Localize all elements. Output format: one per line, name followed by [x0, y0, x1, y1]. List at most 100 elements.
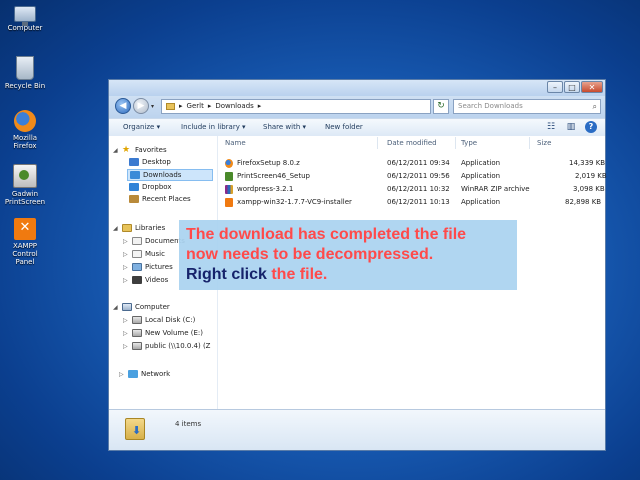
file-size: 3,098 KB: [573, 185, 605, 193]
nav-libraries[interactable]: ◢ Libraries: [113, 224, 165, 232]
nav-label: Network: [141, 370, 171, 378]
expand-arrow-icon[interactable]: ▷: [123, 330, 129, 337]
close-button[interactable]: ✕: [581, 81, 603, 93]
nav-item-recent-places[interactable]: Recent Places: [129, 195, 191, 203]
expand-arrow-icon[interactable]: ▷: [123, 251, 129, 258]
videos-icon: [132, 276, 142, 284]
star-icon: ★: [122, 145, 131, 155]
title-bar[interactable]: – □ ✕: [109, 80, 605, 96]
breadcrumb-folder[interactable]: Downloads: [215, 100, 253, 113]
collapse-arrow-icon[interactable]: ◢: [113, 225, 119, 232]
maximize-button[interactable]: □: [564, 81, 580, 93]
nav-item-pictures[interactable]: ▷ Pictures: [123, 263, 173, 271]
file-size: 14,339 KB: [569, 159, 606, 167]
documents-icon: [132, 237, 142, 245]
share-with-button[interactable]: Share with ▾: [263, 123, 306, 131]
callout-line: now needs to be decompressed.: [186, 246, 434, 263]
organize-button[interactable]: Organize ▾: [123, 123, 160, 131]
printscreen-installer-icon: [225, 172, 233, 181]
include-in-library-button[interactable]: Include in library ▾: [181, 123, 246, 131]
desktop-icon-computer[interactable]: Computer: [2, 6, 48, 32]
libraries-icon: [122, 224, 132, 232]
column-header-name[interactable]: Name: [225, 139, 246, 147]
nav-label: Videos: [145, 276, 169, 284]
details-pane: 4 items: [109, 409, 605, 450]
desktop-icon-label: Recycle Bin: [4, 82, 46, 90]
breadcrumb-separator: ▸: [179, 102, 183, 110]
breadcrumb-separator: ▸: [207, 102, 212, 110]
recycle-bin-icon: [16, 56, 34, 80]
nav-item-local-disk[interactable]: ▷ Local Disk (C:): [123, 316, 195, 324]
back-button[interactable]: ◀: [115, 98, 131, 114]
expand-arrow-icon[interactable]: ▷: [119, 371, 125, 378]
search-input[interactable]: Search Downloads ⌕: [453, 99, 601, 114]
file-type: Application: [461, 172, 501, 180]
xampp-installer-icon: [225, 198, 233, 207]
expand-arrow-icon[interactable]: ▷: [123, 317, 129, 324]
nav-item-desktop[interactable]: Desktop: [129, 158, 171, 166]
nav-label: Pictures: [145, 263, 173, 271]
address-bar[interactable]: ▸ Gerlt ▸ Downloads ▸: [161, 99, 431, 114]
nav-item-documents[interactable]: ▷ Documents: [123, 237, 185, 245]
desktop-icon-recycle-bin[interactable]: Recycle Bin: [2, 56, 48, 90]
dropbox-icon: [129, 183, 139, 191]
nav-label: Desktop: [142, 158, 171, 166]
column-separator[interactable]: [529, 137, 530, 149]
refresh-button[interactable]: ↻: [433, 99, 449, 114]
nav-item-dropbox[interactable]: Dropbox: [129, 183, 172, 191]
nav-item-videos[interactable]: ▷ Videos: [123, 276, 168, 284]
forward-button[interactable]: ▶: [133, 98, 149, 114]
firefox-icon: [14, 110, 36, 132]
column-separator[interactable]: [377, 137, 378, 149]
recent-pages-dropdown[interactable]: ▾: [151, 103, 154, 110]
collapse-arrow-icon[interactable]: ◢: [113, 304, 119, 311]
file-row[interactable]: wordpress-3.2.1 06/12/2011 10:32 WinRAR …: [223, 184, 605, 196]
nav-label: Music: [145, 250, 165, 258]
column-header-date[interactable]: Date modified: [387, 139, 437, 147]
callout-line: Right click the file.: [186, 265, 517, 285]
nav-item-public-share[interactable]: ▷ public (\\10.0.4) (Z: [123, 342, 210, 350]
file-date: 06/12/2011 09:56: [387, 172, 450, 180]
file-size: 2,019 KB: [575, 172, 607, 180]
new-folder-button[interactable]: New folder: [325, 123, 363, 131]
tutorial-callout: The download has completed the file now …: [179, 220, 517, 290]
xampp-icon: [14, 218, 36, 240]
file-name: PrintScreen46_Setup: [237, 172, 310, 180]
desktop-icon: [129, 158, 139, 166]
desktop-icon-firefox[interactable]: Mozilla Firefox: [2, 110, 48, 150]
desktop-icon-label: XAMPP Control Panel: [12, 242, 38, 266]
view-options-icon[interactable]: ☷: [545, 121, 557, 133]
collapse-arrow-icon[interactable]: ◢: [113, 147, 119, 154]
expand-arrow-icon[interactable]: ▷: [123, 238, 129, 245]
desktop-icon-gadwin[interactable]: Gadwin PrintScreen: [2, 164, 48, 206]
callout-line: The download has completed the file: [186, 226, 467, 243]
nav-favorites[interactable]: ◢ ★ Favorites: [113, 145, 167, 155]
breadcrumb-root[interactable]: Gerlt: [187, 100, 204, 113]
file-row[interactable]: PrintScreen46_Setup 06/12/2011 09:56 App…: [223, 171, 607, 183]
desktop-icon-xampp[interactable]: XAMPP Control Panel: [2, 218, 48, 266]
nav-item-downloads[interactable]: Downloads: [127, 169, 213, 181]
file-row[interactable]: FirefoxSetup 8.0.z 06/12/2011 09:34 Appl…: [223, 158, 605, 170]
file-name: xampp-win32-1.7.7-VC9-installer: [237, 198, 352, 206]
minimize-button[interactable]: –: [547, 81, 563, 93]
computer-icon: [14, 6, 36, 26]
file-type: Application: [461, 159, 501, 167]
drive-icon: [132, 316, 142, 324]
column-header-type[interactable]: Type: [461, 139, 477, 147]
expand-arrow-icon[interactable]: ▷: [123, 343, 129, 350]
column-header-size[interactable]: Size: [537, 139, 551, 147]
nav-network[interactable]: ▷ Network: [119, 370, 170, 378]
nav-item-new-volume[interactable]: ▷ New Volume (E:): [123, 329, 203, 337]
expand-arrow-icon[interactable]: ▷: [123, 277, 129, 284]
nav-item-music[interactable]: ▷ Music: [123, 250, 165, 258]
address-row: ◀ ▶ ▾ ▸ Gerlt ▸ Downloads ▸ ↻ Search Dow…: [109, 96, 605, 118]
nav-label: Computer: [135, 303, 170, 311]
expand-arrow-icon[interactable]: ▷: [123, 264, 129, 271]
nav-label: Local Disk (C:): [145, 316, 196, 324]
help-icon[interactable]: ?: [585, 121, 597, 133]
nav-computer[interactable]: ◢ Computer: [113, 303, 170, 311]
file-row[interactable]: xampp-win32-1.7.7-VC9-installer 06/12/20…: [223, 197, 605, 209]
column-separator[interactable]: [455, 137, 456, 149]
preview-pane-icon[interactable]: ▥: [565, 121, 577, 133]
drive-icon: [132, 329, 142, 337]
